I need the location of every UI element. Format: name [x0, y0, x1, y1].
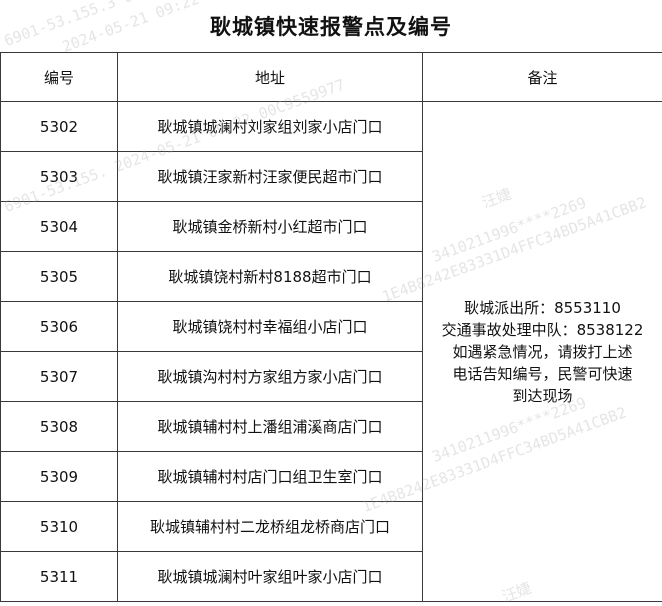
- note-line-instruction-1: 如遇紧急情况，请拨打上述: [423, 341, 662, 363]
- row-number: 5305: [1, 252, 118, 302]
- row-address: 耿城镇饶村新村8188超市门口: [118, 252, 423, 302]
- row-address: 耿城镇饶村村幸福组小店门口: [118, 302, 423, 352]
- row-number: 5310: [1, 502, 118, 552]
- row-address: 耿城镇辅村村上潘组浦溪商店门口: [118, 402, 423, 452]
- row-address: 耿城镇沟村村方家组方家小店门口: [118, 352, 423, 402]
- column-header-number: 编号: [1, 53, 118, 102]
- note-cell: 耿城派出所：8553110 交通事故处理中队：8538122 如遇紧急情况，请拨…: [423, 102, 662, 602]
- table-row: 5302 耿城镇城澜村刘家组刘家小店门口 耿城派出所：8553110 交通事故处…: [1, 102, 662, 152]
- table-header-row: 编号 地址 备注: [1, 53, 662, 102]
- column-header-note: 备注: [423, 53, 662, 102]
- row-number: 5303: [1, 152, 118, 202]
- row-address: 耿城镇城澜村刘家组刘家小店门口: [118, 102, 423, 152]
- title-bar: 耿城镇快速报警点及编号: [0, 0, 662, 52]
- row-number: 5311: [1, 552, 118, 602]
- row-address: 耿城镇金桥新村小红超市门口: [118, 202, 423, 252]
- row-number: 5308: [1, 402, 118, 452]
- row-address: 耿城镇城澜村叶家组叶家小店门口: [118, 552, 423, 602]
- row-address: 耿城镇辅村村二龙桥组龙桥商店门口: [118, 502, 423, 552]
- page-title: 耿城镇快速报警点及编号: [210, 11, 452, 41]
- note-line-traffic-unit: 交通事故处理中队：8538122: [423, 319, 662, 341]
- note-line-instruction-2: 电话告知编号，民警可快速: [423, 363, 662, 385]
- note-line-police-station: 耿城派出所：8553110: [423, 297, 662, 319]
- row-number: 5306: [1, 302, 118, 352]
- row-number: 5309: [1, 452, 118, 502]
- row-number: 5307: [1, 352, 118, 402]
- row-address: 耿城镇汪家新村汪家便民超市门口: [118, 152, 423, 202]
- note-line-instruction-3: 到达现场: [423, 385, 662, 407]
- alarm-point-table: 编号 地址 备注 5302 耿城镇城澜村刘家组刘家小店门口 耿城派出所：8553…: [0, 52, 662, 602]
- row-address: 耿城镇辅村村店门口组卫生室门口: [118, 452, 423, 502]
- row-number: 5302: [1, 102, 118, 152]
- row-number: 5304: [1, 202, 118, 252]
- column-header-address: 地址: [118, 53, 423, 102]
